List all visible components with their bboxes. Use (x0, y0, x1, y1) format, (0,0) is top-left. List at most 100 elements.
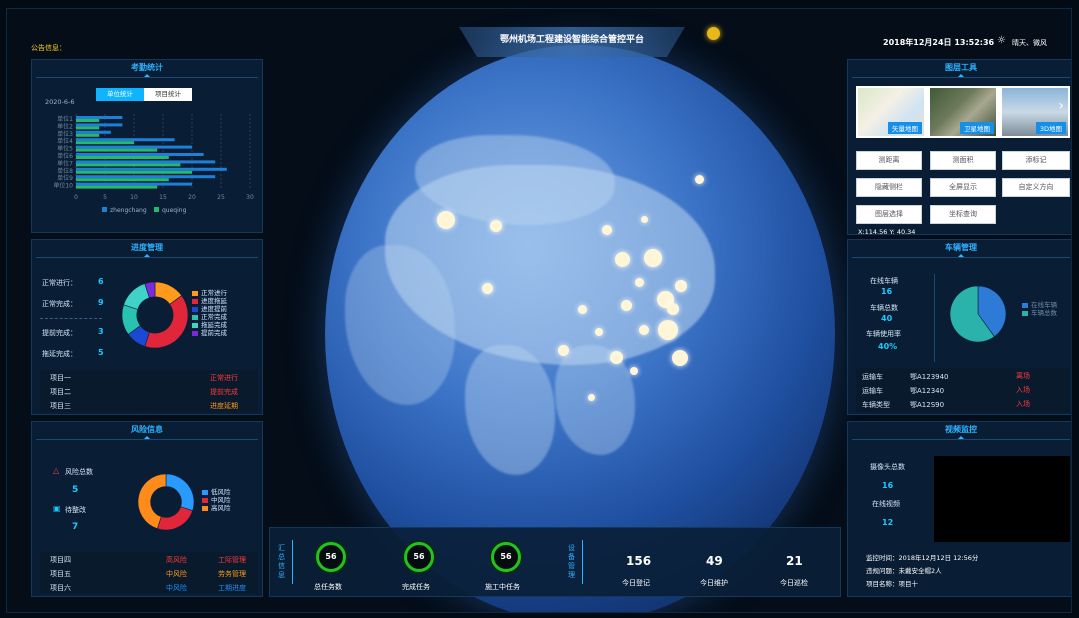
measure-area-button[interactable]: 测面积 (930, 151, 996, 170)
stat-label: 正常完成： (42, 300, 77, 308)
vehicle-legend: 在线车辆 车辆总数 (1022, 299, 1057, 317)
video-player[interactable] (934, 456, 1070, 542)
divider (36, 257, 258, 258)
divider (36, 439, 258, 440)
sun-dot (707, 27, 720, 40)
tab-project[interactable]: 项目统计 (144, 88, 192, 101)
vehicle-total-label: 车辆总数 (870, 304, 898, 312)
risk-level: 中风险 (166, 584, 187, 592)
marker-dot[interactable] (437, 211, 455, 229)
marker-dot[interactable] (595, 328, 603, 336)
marker-dot[interactable] (641, 216, 648, 223)
marker-dot[interactable] (667, 303, 679, 315)
slice-进度拖延 (144, 295, 189, 349)
layer-select-button[interactable]: 图层选择 (856, 205, 922, 224)
y-tick-label: 单位4 (57, 137, 73, 145)
marker-dot[interactable] (578, 305, 587, 314)
summary-bar: 汇总信息 56 总任务数 56 完成任务 56 施工中任务 设备管理 156 今… (269, 527, 841, 597)
tab-unit[interactable]: 单位统计 (96, 88, 144, 101)
coordinate-readout: X:114.56 Y: 40.34 (858, 228, 916, 236)
vehicle-online-value: 16 (881, 287, 893, 296)
bar-queqing (76, 148, 158, 152)
measure-distance-button[interactable]: 测距离 (856, 151, 922, 170)
legend-label: 提前完成 (201, 329, 227, 337)
marker-dot[interactable] (482, 283, 493, 294)
marker-dot[interactable] (658, 320, 678, 340)
legend-item: 提前完成 (192, 327, 227, 337)
marker-dot[interactable] (695, 175, 704, 184)
weather-icon: ☼ (997, 35, 1006, 46)
plate-number: 鄂A12340 (910, 387, 945, 395)
x-tick-label: 30 (246, 194, 254, 201)
page-title: 鄂州机场工程建设智能综合管控平台 (499, 35, 644, 45)
progress-table: 项目一 正常进行 项目二 提前完成 项目三 进度延期 (40, 370, 258, 412)
satellite-map-thumb[interactable]: 卫星地图 (930, 88, 996, 136)
bar-queqing (76, 119, 100, 122)
marker-dot[interactable] (630, 367, 638, 375)
task-label: 完成任务 (402, 583, 430, 591)
marker-dot[interactable] (635, 278, 644, 287)
marker-dot[interactable] (621, 300, 632, 311)
table-cell: 车辆类型 (862, 401, 890, 409)
table-cell: 项目五 (50, 570, 71, 578)
custom-direction-button[interactable]: 自定义方向 (1002, 178, 1070, 197)
stat-label: 提前完成： (42, 329, 77, 337)
plate-number: 鄂A123940 (910, 373, 949, 381)
marker-dot[interactable] (602, 225, 612, 235)
vehicle-rate-label: 车辆使用率 (866, 330, 901, 338)
device-count: 49 (706, 554, 723, 568)
camera-total-label: 摄像头总数 (870, 463, 905, 471)
bar-zhengchang (76, 116, 123, 119)
marker-dot[interactable] (558, 345, 569, 356)
risk-table: 项目四 高风险 工际管理 项目五 中风险 劳务管理 项目六 中风险 工期进度 (40, 552, 258, 594)
progress-panel: 进度管理 正常进行： 6 正常完成： 9 提前完成： 3 拖延完成： 5 正常进… (31, 239, 263, 415)
marker-dot[interactable] (672, 350, 688, 366)
x-tick-label: 20 (188, 194, 196, 201)
fullscreen-button[interactable]: 全屏显示 (930, 178, 996, 197)
project-name: 项目名称：项目十 (866, 580, 918, 588)
map-label: 卫星地图 (960, 122, 994, 134)
progress-donut-chart (121, 281, 189, 349)
marker-dot[interactable] (588, 394, 595, 401)
device-count: 21 (786, 554, 803, 568)
video-panel: 视频监控 摄像头总数 16 在线视频 12 监控时间：2018年12月12日 1… (847, 421, 1071, 597)
y-tick-label: 单位5 (57, 145, 73, 153)
legend-swatch (1022, 310, 1028, 316)
marker-dot[interactable] (644, 249, 662, 267)
chevron-right-icon[interactable]: › (1058, 98, 1064, 114)
bar-zhengchang (76, 153, 204, 156)
stat-value: 5 (98, 348, 104, 357)
map-label: 3D地图 (1035, 122, 1066, 134)
legend-item: 高风险 (202, 502, 231, 512)
status-badge: 离场 (1016, 372, 1030, 380)
legend-item: 拖延完成 (192, 319, 227, 329)
risk-type: 工际管理 (218, 556, 246, 564)
marker-dot[interactable] (639, 325, 649, 335)
device-count-label: 今日巡检 (780, 579, 808, 587)
3d-map-thumb[interactable]: 3D地图 › (1002, 88, 1068, 136)
marker-dot[interactable] (615, 252, 630, 267)
x-tick-label: 5 (103, 194, 107, 201)
stat-value: 6 (98, 277, 104, 286)
datetime: 2018年12月24日 13:52:36 (883, 38, 995, 47)
add-marker-button[interactable]: 添标记 (1002, 151, 1070, 170)
coord-query-button[interactable]: 坐标查询 (930, 205, 996, 224)
hide-sidebar-button[interactable]: 隐藏侧栏 (856, 178, 922, 197)
stat-label: 正常进行： (42, 279, 77, 287)
y-tick-label: 单位3 (57, 130, 73, 138)
marker-dot[interactable] (490, 220, 502, 232)
online-video-label: 在线视频 (872, 500, 900, 508)
bar-queqing (76, 170, 192, 174)
panel-title: 风险信息 (32, 424, 262, 440)
marker-dot[interactable] (610, 351, 623, 364)
divider (852, 257, 1070, 258)
marker-dot[interactable] (675, 280, 687, 292)
bar-queqing (76, 163, 181, 167)
slice-低风险 (165, 473, 195, 512)
status-badge: 进度延期 (210, 402, 238, 410)
y-tick-label: 单位2 (57, 122, 73, 130)
vector-map-thumb[interactable]: 矢量地图 (858, 88, 924, 136)
risk-panel: 风险信息 △ 风险总数 5 ▣ 待整改 7 低风险 中风险 高风险 项目四 高风险 … (31, 421, 263, 597)
vehicle-online-label: 在线车辆 (870, 277, 898, 285)
land-india (465, 345, 555, 475)
